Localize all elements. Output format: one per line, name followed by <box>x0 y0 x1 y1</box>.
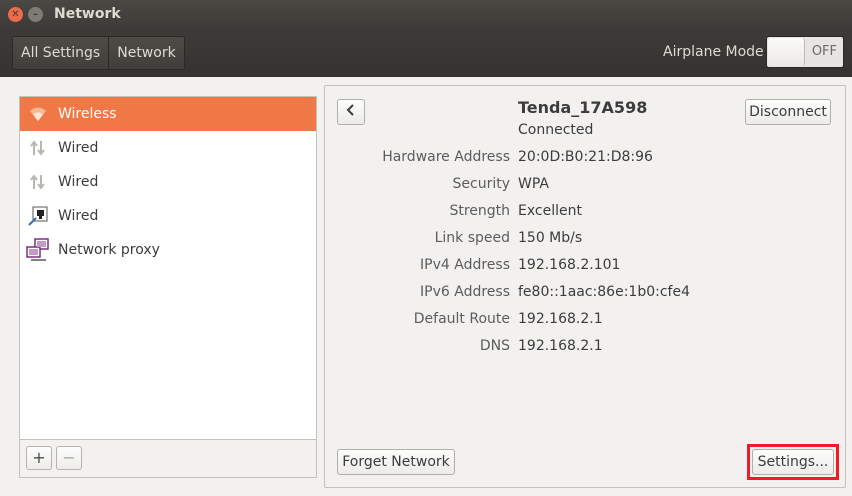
title-bar: ✕ – Network <box>0 0 852 30</box>
property-value: 20:0D:B0:21:D8:96 <box>518 149 653 165</box>
property-label: IPv6 Address <box>420 284 510 300</box>
list-item-label: Wired <box>58 174 99 190</box>
property-label: Hardware Address <box>382 149 510 165</box>
switch-state: OFF <box>811 44 837 59</box>
connection-details: Tenda_17A598 Connected Disconnect Hardwa… <box>324 85 846 488</box>
breadcrumb: All Settings Network <box>12 36 185 70</box>
property-label: Strength <box>449 203 510 219</box>
header-bar: All Settings Network Airplane Mode OFF <box>0 30 852 77</box>
property-label: DNS <box>479 338 510 354</box>
add-connection-button[interactable]: + <box>26 446 52 470</box>
switch-knob[interactable] <box>768 38 805 66</box>
minimize-icon[interactable]: – <box>28 7 43 22</box>
connection-list: Wireless Wired Wired Wired Network proxy <box>19 96 317 440</box>
disconnect-button[interactable]: Disconnect <box>745 99 831 125</box>
property-value: 192.168.2.1 <box>518 311 603 327</box>
property-value: WPA <box>518 176 549 192</box>
property-value: 150 Mb/s <box>518 230 583 246</box>
wifi-icon <box>26 102 50 126</box>
highlight-box <box>747 444 839 480</box>
property-label: Security <box>452 176 511 192</box>
remove-connection-button[interactable]: − <box>56 446 82 470</box>
network-device-icon <box>26 204 50 228</box>
list-item-wired[interactable]: Wired <box>20 131 316 165</box>
property-label: Default Route <box>413 311 510 327</box>
list-item-wired[interactable]: Wired <box>20 199 316 233</box>
property-value: 192.168.2.101 <box>518 257 621 273</box>
forget-network-button[interactable]: Forget Network <box>337 449 455 475</box>
property-value: Excellent <box>518 203 582 219</box>
property-label: Link speed <box>434 230 510 246</box>
list-item-network-proxy[interactable]: Network proxy <box>20 233 316 267</box>
airplane-mode-switch[interactable]: OFF <box>766 36 844 68</box>
chevron-left-icon <box>346 104 356 120</box>
network-proxy-icon <box>26 238 50 262</box>
property-value: fe80::1aac:86e:1b0:cfe4 <box>518 284 690 300</box>
breadcrumb-network[interactable]: Network <box>108 37 183 69</box>
airplane-mode-label: Airplane Mode <box>663 44 764 60</box>
list-item-wireless[interactable]: Wireless <box>20 97 316 131</box>
window-title: Network <box>54 6 121 22</box>
network-name: Tenda_17A598 <box>518 98 648 117</box>
breadcrumb-all-settings[interactable]: All Settings <box>13 37 108 69</box>
wired-arrows-icon <box>26 136 50 160</box>
back-button[interactable] <box>337 99 365 125</box>
list-toolbar: + − <box>19 440 317 478</box>
list-item-label: Wired <box>58 208 99 224</box>
close-icon[interactable]: ✕ <box>8 7 23 22</box>
wired-arrows-icon <box>26 170 50 194</box>
connection-status: Connected <box>518 122 594 138</box>
property-label: IPv4 Address <box>420 257 510 273</box>
list-item-label: Wireless <box>58 106 117 122</box>
list-item-wired[interactable]: Wired <box>20 165 316 199</box>
property-value: 192.168.2.1 <box>518 338 603 354</box>
list-item-label: Wired <box>58 140 99 156</box>
list-item-label: Network proxy <box>58 242 160 258</box>
